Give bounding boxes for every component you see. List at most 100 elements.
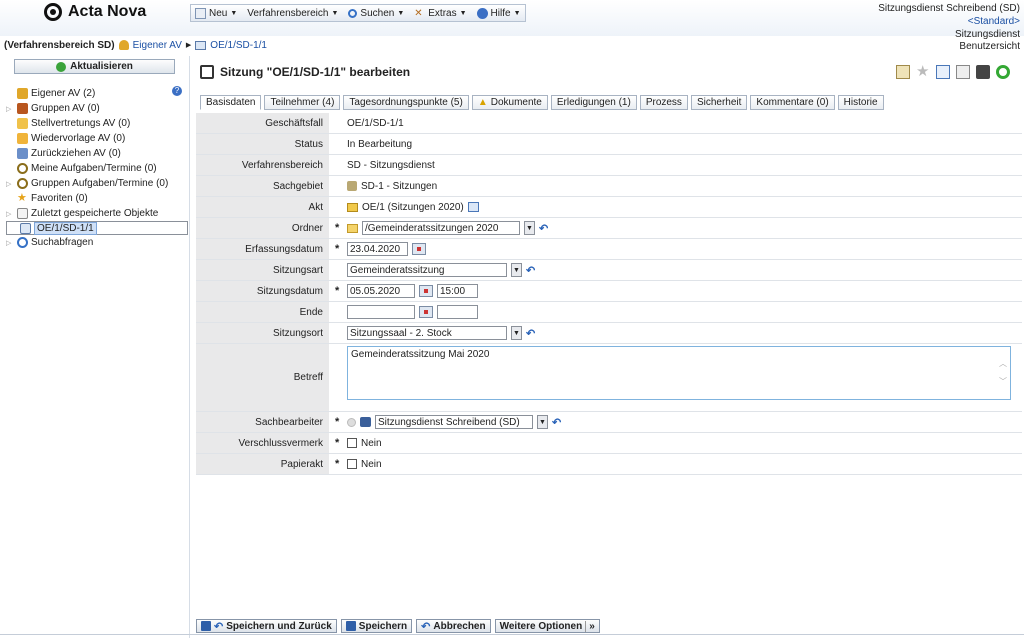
sidebar-item-favoriten[interactable]: ★ Favoriten (0)	[6, 191, 188, 206]
menu-suchen[interactable]: Suchen ▼	[348, 8, 404, 19]
chevron-down-icon[interactable]: ▼	[524, 221, 535, 235]
sidebar-item-label: Stellvertretungs AV (0)	[31, 118, 131, 129]
verschlussvermerk-checkbox[interactable]	[347, 438, 357, 448]
row-verschlussvermerk: Verschlussvermerk * Nein	[196, 433, 1022, 454]
star-icon[interactable]: ★	[916, 64, 930, 79]
field-label: Papierakt	[196, 454, 329, 474]
tab-kommentare[interactable]: Kommentare (0)	[750, 95, 835, 110]
sidebar-item-label: Wiedervorlage AV (0)	[31, 133, 126, 144]
sitzungszeit-input[interactable]: 15:00	[437, 284, 478, 298]
breadcrumb-item-eigener-av[interactable]: Eigener AV	[133, 40, 182, 51]
tab-teilnehmer[interactable]: Teilnehmer (4)	[264, 95, 341, 110]
page-title: Sitzung "OE/1/SD-1/1" bearbeiten	[200, 65, 410, 79]
tab-dokumente[interactable]: ▲ Dokumente	[471, 95, 548, 110]
open-file-icon[interactable]	[467, 202, 479, 212]
undo-icon: ↶	[214, 620, 224, 633]
menu-verfahrensbereich[interactable]: Verfahrensbereich ▼	[247, 8, 338, 19]
chevron-down-icon: ▼	[331, 9, 339, 17]
toolbar: ★	[896, 64, 1010, 79]
more-options-button[interactable]: Weitere Optionen»	[494, 619, 600, 633]
user-profile-link[interactable]: <Standard>	[878, 15, 1020, 28]
papierakt-checkbox[interactable]	[347, 459, 357, 469]
calendar-icon[interactable]	[419, 306, 433, 318]
print-icon[interactable]	[976, 65, 990, 79]
new-doc-icon	[195, 7, 206, 19]
chevron-down-icon[interactable]: ▼	[511, 326, 522, 340]
save-button[interactable]: Speichern	[340, 619, 413, 633]
undo-icon[interactable]: ↶	[539, 222, 548, 235]
required-marker: *	[335, 458, 340, 470]
sidebar-item-gruppen-av[interactable]: ▷ Gruppen AV (0)	[6, 101, 188, 116]
save-and-back-button[interactable]: ↶ Speichern und Zurück	[196, 619, 337, 633]
copy-icon[interactable]	[956, 65, 970, 79]
chevron-down-icon[interactable]: ▼	[511, 263, 522, 277]
sitzungsort-select[interactable]: Sitzungssaal - 2. Stock	[347, 326, 507, 340]
tab-basisdaten[interactable]: Basisdaten	[200, 95, 262, 110]
undo-icon[interactable]: ↶	[526, 264, 535, 277]
sidebar-item-meine-aufgaben[interactable]: Meine Aufgaben/Termine (0)	[6, 161, 188, 176]
tab-erledigungen[interactable]: Erledigungen (1)	[550, 95, 637, 110]
row-sitzungsort: Sitzungsort Sitzungssaal - 2. Stock ▼ ↶	[196, 323, 1022, 344]
tab-historie[interactable]: Historie	[837, 95, 884, 110]
sidebar-item-wiedervorlage-av[interactable]: Wiedervorlage AV (0)	[6, 131, 188, 146]
app-logo[interactable]: Acta Nova	[44, 3, 146, 21]
tab-label: Tagesordnungspunkte (5)	[349, 97, 463, 108]
erfassungsdatum-input[interactable]: 23.04.2020	[347, 242, 408, 256]
tab-label: Basisdaten	[206, 97, 256, 108]
tab-label: Dokumente	[490, 97, 542, 108]
sidebar-item-gruppen-aufgaben[interactable]: ▷ Gruppen Aufgaben/Termine (0)	[6, 176, 188, 191]
calendar-icon[interactable]	[412, 243, 426, 255]
sidebar-item-oe-1-sd-1-1[interactable]: OE/1/SD-1/1	[6, 221, 188, 235]
betreff-textarea[interactable]: Gemeinderatssitzung Mai 2020 ︿ ﹀	[347, 346, 1011, 400]
undo-icon[interactable]: ↶	[526, 327, 535, 340]
akt-value[interactable]: OE/1 (Sitzungen 2020)	[362, 202, 464, 213]
tab-prozess[interactable]: Prozess	[639, 95, 688, 110]
breadcrumb-item-current[interactable]: OE/1/SD-1/1	[210, 40, 267, 51]
menu-extras[interactable]: ✕ Extras ▼	[414, 8, 466, 19]
expand-icon[interactable]: ▷	[6, 210, 14, 218]
sidebar-item-label: Meine Aufgaben/Termine (0)	[31, 163, 157, 174]
row-erfassungsdatum: Erfassungsdatum * 23.04.2020	[196, 239, 1022, 260]
withdraw-icon	[17, 148, 28, 159]
sidebar-item-label: Suchabfragen	[31, 237, 94, 248]
clock-icon	[17, 163, 28, 174]
edit-session-icon	[200, 65, 214, 79]
required-marker: *	[335, 285, 340, 297]
app-header: Acta Nova Neu ▼ Verfahrensbereich ▼ Suchen…	[0, 0, 1024, 40]
ende-time-input[interactable]	[437, 305, 478, 319]
sitzungsdatum-input[interactable]: 05.05.2020	[347, 284, 415, 298]
sidebar-item-zuletzt-gespeichert[interactable]: ▷ Zuletzt gespeicherte Objekte	[6, 206, 188, 221]
tab-tagesordnungspunkte[interactable]: Tagesordnungspunkte (5)	[343, 95, 469, 110]
pdf-icon[interactable]	[936, 65, 950, 79]
sidebar-item-eigener-av[interactable]: Eigener AV (2)	[6, 86, 188, 101]
menu-neu[interactable]: Neu ▼	[195, 7, 237, 19]
ordner-select[interactable]: /Gemeinderatssitzungen 2020	[362, 221, 520, 235]
expand-icon[interactable]: ▷	[6, 105, 14, 113]
sidebar-item-stellvertretungs-av[interactable]: Stellvertretungs AV (0)	[6, 116, 188, 131]
sidebar-item-suchabfragen[interactable]: ▷ Suchabfragen	[6, 235, 188, 250]
user-name[interactable]: Sitzungsdienst Schreibend (SD)	[878, 2, 1020, 15]
clipboard-icon[interactable]	[896, 65, 910, 79]
expand-icon[interactable]: ▷	[6, 239, 14, 247]
calendar-icon[interactable]	[419, 285, 433, 297]
tab-sicherheit[interactable]: Sicherheit	[690, 95, 748, 110]
cancel-button[interactable]: ↶ Abbrechen	[416, 619, 491, 633]
user-view[interactable]: Benutzersicht	[959, 41, 1020, 52]
menu-label: Verfahrensbereich	[247, 7, 329, 19]
expand-icon[interactable]: ▷	[6, 180, 14, 188]
sidebar-item-zurueckziehen-av[interactable]: Zurückziehen AV (0)	[6, 146, 188, 161]
sitzungsart-select[interactable]: Gemeinderatssitzung	[347, 263, 507, 277]
sachbearbeiter-select[interactable]: Sitzungsdienst Schreibend (SD)	[375, 415, 533, 429]
row-sitzungsart: Sitzungsart Gemeinderatssitzung ▼ ↶	[196, 260, 1022, 281]
chevron-down-icon[interactable]: ▼	[537, 415, 548, 429]
refresh-icon[interactable]	[996, 65, 1010, 79]
required-marker: *	[335, 437, 340, 449]
scroll-arrows-icon[interactable]: ︿ ﹀	[999, 355, 1007, 391]
row-papierakt: Papierakt * Nein	[196, 454, 1022, 475]
navigation-tree: Eigener AV (2) ▷ Gruppen AV (0) Stellvert…	[6, 86, 188, 250]
ende-date-input[interactable]	[347, 305, 415, 319]
menu-hilfe[interactable]: Hilfe ▼	[476, 7, 521, 19]
sachgebiet-value: SD-1 - Sitzungen	[361, 180, 438, 192]
refresh-button[interactable]: Aktualisieren	[14, 59, 175, 74]
undo-icon[interactable]: ↶	[552, 416, 561, 429]
